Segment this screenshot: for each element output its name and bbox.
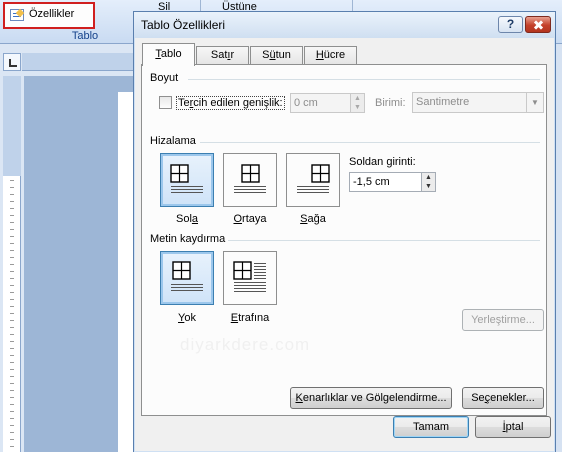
window-edge xyxy=(556,44,562,452)
indent-label-pre: Soldan xyxy=(349,156,387,168)
wrap-none-button[interactable] xyxy=(160,251,214,305)
wrap-none-label: Yok xyxy=(152,312,222,324)
tab-label: ablo xyxy=(160,48,182,60)
tab-mnemonic: H xyxy=(315,49,324,61)
preferred-width-label-rest: cih edilen genişlik: xyxy=(193,97,283,109)
section-divider xyxy=(188,79,540,80)
properties-icon xyxy=(10,9,24,21)
indent-label-rest: irinti: xyxy=(392,156,416,168)
tab-label: r xyxy=(230,49,235,61)
options-button[interactable]: Seçenekler... xyxy=(462,387,544,409)
tab-table[interactable]: Tablo xyxy=(142,43,195,66)
caption-mnemonic: E xyxy=(230,312,239,324)
section-divider xyxy=(200,142,540,143)
alignment-section-label: Hizalama xyxy=(150,135,196,147)
align-right-button[interactable] xyxy=(286,153,340,207)
align-left-label: Sola xyxy=(152,213,222,225)
table-align-left-icon xyxy=(170,164,203,193)
tab-label: ücre xyxy=(323,49,346,61)
positioning-button[interactable]: Yerleştirme... xyxy=(462,309,544,331)
caption-rest: ağa xyxy=(307,213,326,225)
tab-column[interactable]: Sütun xyxy=(250,46,303,65)
unit-select[interactable]: Santimetre ▼ xyxy=(412,92,544,113)
indent-label: Soldan girinti: xyxy=(349,156,416,168)
help-icon[interactable]: ? xyxy=(498,16,523,33)
tab-label: Sat xyxy=(210,49,228,61)
btn-rest: ptal xyxy=(505,421,524,433)
caption-mnemonic: a xyxy=(191,213,199,225)
align-center-label: Ortaya xyxy=(215,213,285,225)
table-align-center-icon xyxy=(234,164,266,193)
dialog-titlebar[interactable]: Tablo Özellikleri ? xyxy=(134,12,555,38)
preferred-width-checkbox[interactable] xyxy=(159,96,172,109)
btn-pre: Se xyxy=(471,392,485,404)
btn-rest: enekler... xyxy=(490,392,535,404)
ok-button[interactable]: Tamam xyxy=(393,416,469,438)
text-wrap-around-icon xyxy=(233,261,266,292)
preferred-width-input[interactable]: 0 cm xyxy=(290,93,352,113)
unit-label: Birimi: xyxy=(375,97,406,109)
preferred-width-label-pre: Te xyxy=(178,97,190,109)
wrapping-section-label: Metin kaydırma xyxy=(150,233,226,245)
tab-panel-table: Boyut Tercih edilen genişlik: 0 cm ▲ ▼ B… xyxy=(141,64,547,416)
tab-row[interactable]: Satır xyxy=(196,46,249,65)
size-section-label: Boyut xyxy=(150,72,179,84)
caption-rest: trafına xyxy=(238,312,270,324)
btn-mnemonic: K xyxy=(295,392,303,404)
caption-rest: rtaya xyxy=(242,213,267,225)
preferred-width-label[interactable]: Tercih edilen genişlik: xyxy=(176,96,285,110)
btn-rest: enarlıklar ve Gölgelendirme... xyxy=(302,392,447,404)
vertical-ruler-margin xyxy=(3,76,21,176)
spin-down-icon[interactable]: ▼ xyxy=(422,182,435,191)
align-right-label: Sağa xyxy=(278,213,348,225)
tab-cell[interactable]: Hücre xyxy=(304,46,357,65)
horizontal-ruler xyxy=(22,53,134,71)
align-center-button[interactable] xyxy=(223,153,277,207)
caption-pre: Sol xyxy=(175,213,192,225)
text-wrap-none-icon xyxy=(171,261,203,291)
close-icon[interactable] xyxy=(525,16,551,33)
table-properties-dialog: Tablo Özellikleri ? Tablo Satır Sütun Hü… xyxy=(133,11,556,452)
spin-up-icon[interactable]: ▲ xyxy=(351,94,364,103)
align-left-button[interactable] xyxy=(160,153,214,207)
indent-stepper[interactable]: ▲ ▼ xyxy=(421,172,436,192)
wrap-around-button[interactable] xyxy=(223,251,277,305)
dialog-title: Tablo Özellikleri xyxy=(141,18,226,32)
cancel-button[interactable]: İptal xyxy=(475,416,551,438)
indent-input[interactable]: -1,5 cm xyxy=(349,172,423,192)
borders-shading-button[interactable]: Kenarlıklar ve Gölgelendirme... xyxy=(290,387,452,409)
tab-label: tun xyxy=(275,49,291,61)
section-divider xyxy=(228,240,540,241)
caption-mnemonic: O xyxy=(233,213,243,225)
caption-rest: ok xyxy=(184,312,196,324)
unit-select-value: Santimetre xyxy=(416,96,470,108)
table-align-right-icon xyxy=(297,164,330,193)
preferred-width-stepper[interactable]: ▲ ▼ xyxy=(350,93,365,113)
spin-up-icon[interactable]: ▲ xyxy=(422,173,435,182)
properties-label: Özellikler xyxy=(29,8,75,20)
dropdown-arrow-icon: ▼ xyxy=(526,93,543,112)
watermark: diyarkdere.com xyxy=(180,335,311,354)
spin-down-icon[interactable]: ▼ xyxy=(351,103,364,112)
wrap-around-label: Etrafına xyxy=(215,312,285,324)
ruler-tab-icon[interactable] xyxy=(3,53,21,71)
